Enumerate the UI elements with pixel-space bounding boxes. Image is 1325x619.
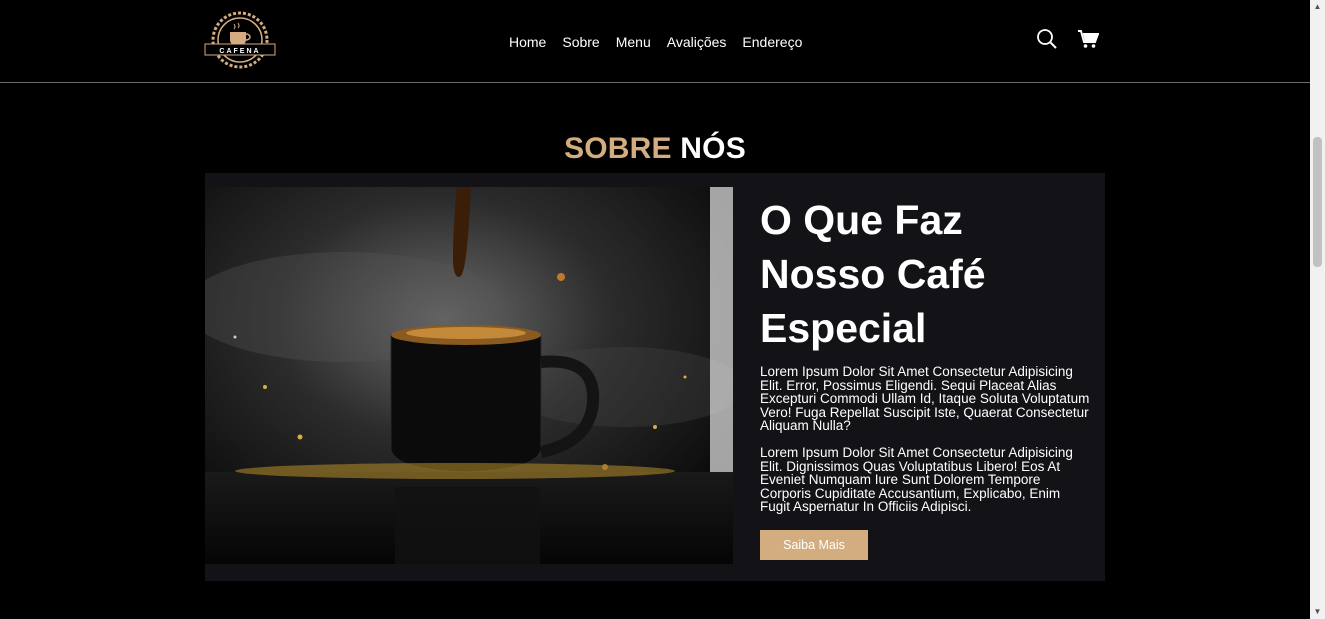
header-actions [1036, 28, 1100, 50]
nav-endereco[interactable]: Endereço [742, 33, 802, 51]
nav-sobre[interactable]: Sobre [562, 33, 599, 51]
main-nav: Home Sobre Menu Avalições Endereço [509, 33, 802, 51]
cart-icon[interactable] [1077, 28, 1100, 50]
section-title-accent: SOBRE [564, 131, 672, 165]
section-title-main: NÓS [680, 131, 746, 165]
about-content: O Que Faz Nosso Café Especial Lorem Ipsu… [760, 193, 1090, 560]
scroll-up-arrow-icon[interactable]: ▲ [1310, 0, 1325, 14]
saiba-mais-button[interactable]: Saiba Mais [760, 529, 868, 560]
nav-avaliacoes[interactable]: Avalições [667, 33, 727, 51]
search-icon[interactable] [1036, 28, 1058, 50]
about-card: O Que Faz Nosso Café Especial Lorem Ipsu… [205, 173, 1105, 581]
about-paragraph-1: Lorem Ipsum Dolor Sit Amet Consectetur A… [760, 364, 1090, 434]
scroll-thumb[interactable] [1313, 137, 1322, 267]
nav-home[interactable]: Home [509, 33, 546, 51]
section-title: SOBRE NÓS [0, 131, 1310, 167]
scroll-down-arrow-icon[interactable]: ▼ [1310, 605, 1325, 619]
page: CAFENA Home Sobre Menu Avalições Endereç… [0, 0, 1310, 619]
vertical-scrollbar[interactable]: ▲ ▼ [1310, 0, 1325, 619]
coffee-cup-image [205, 187, 733, 564]
about-paragraph-2: Lorem Ipsum Dolor Sit Amet Consectetur A… [760, 444, 1073, 515]
site-header: CAFENA Home Sobre Menu Avalições Endereç… [0, 0, 1310, 83]
about-heading: O Que Faz Nosso Café Especial [760, 197, 986, 351]
logo-text: CAFENA [219, 48, 260, 55]
logo-emblem: CAFENA [204, 11, 276, 69]
cafena-logo[interactable]: CAFENA [203, 10, 277, 72]
nav-menu[interactable]: Menu [616, 33, 651, 51]
